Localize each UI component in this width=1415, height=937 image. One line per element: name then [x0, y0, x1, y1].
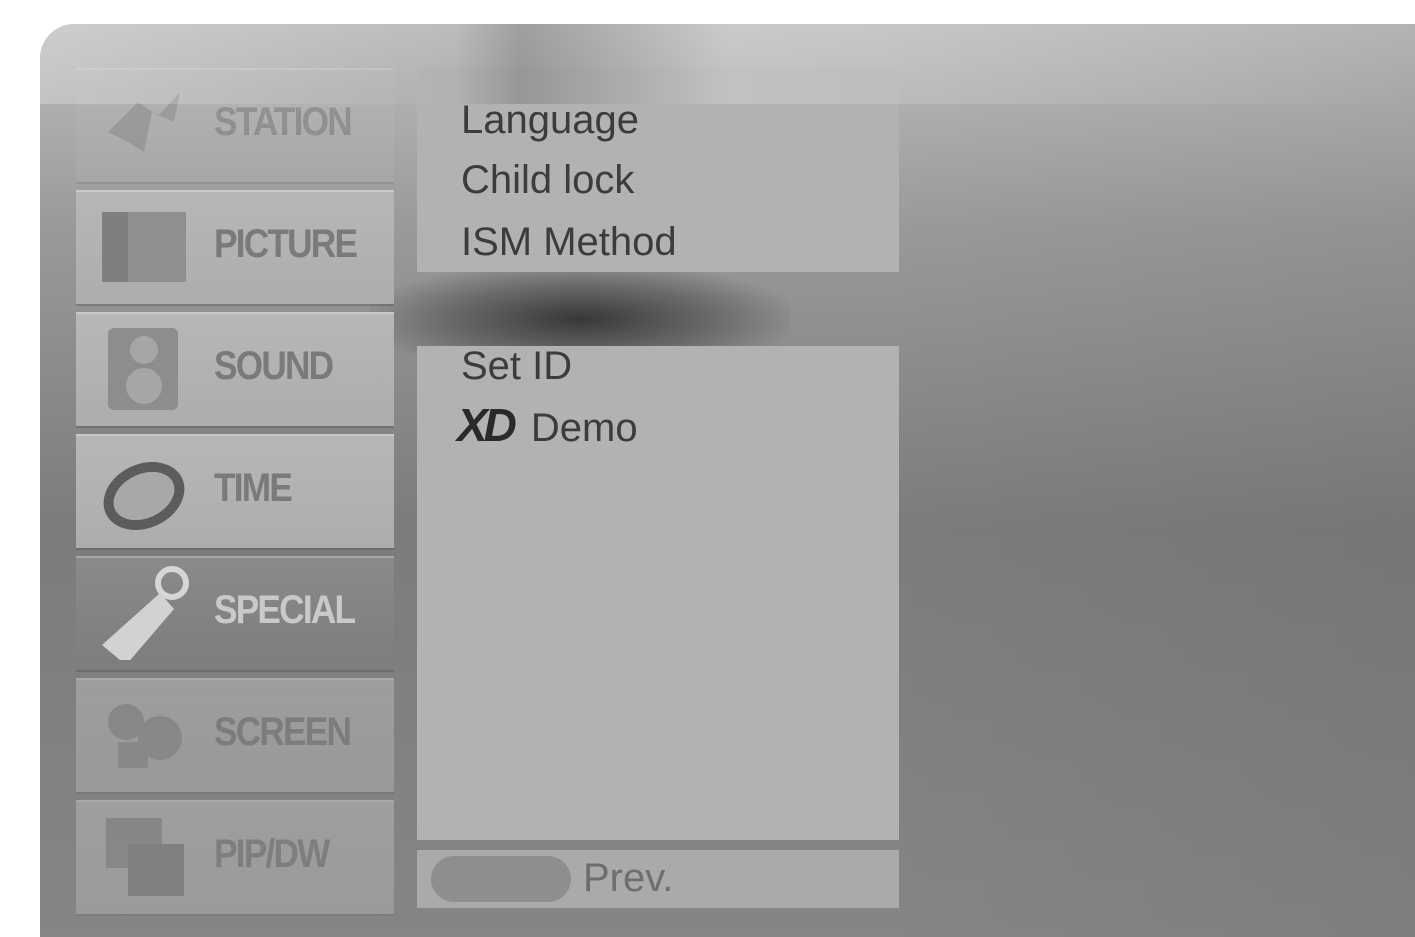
menu-button-icon[interactable] [431, 856, 571, 902]
menu-category-station[interactable]: STATION [76, 68, 394, 182]
option-child-lock[interactable]: Child lock [461, 158, 634, 203]
menu-category-sound[interactable]: SOUND [76, 312, 394, 426]
pip-icon [106, 818, 184, 896]
antenna-icon [108, 92, 180, 152]
options-panel-top: Language Child lock ISM Method [417, 68, 899, 272]
option-xd-demo[interactable]: XD Demo [457, 398, 638, 452]
menu-category-label: SCREEN [214, 710, 352, 754]
speaker-icon [108, 328, 178, 410]
menu-category-label: TIME [214, 466, 293, 510]
menu-category-label: PICTURE [214, 222, 358, 266]
menu-category-label: SPECIAL [214, 588, 356, 632]
tv-osd-screen: STATION PICTURE SOUND TIME SPECIAL SCREE… [40, 24, 1415, 937]
option-ism-method[interactable]: ISM Method [461, 220, 677, 265]
menu-category-label: SOUND [214, 344, 334, 388]
tag-icon [102, 566, 189, 660]
option-language[interactable]: Language [461, 98, 639, 143]
clock-icon [103, 461, 185, 531]
prev-label: Prev. [583, 856, 674, 900]
menu-category-screen[interactable]: SCREEN [76, 678, 394, 792]
option-set-id[interactable]: Set ID [461, 344, 572, 389]
xd-logo: XD [457, 399, 517, 451]
menu-category-pip-dw[interactable]: PIP/DW [76, 800, 394, 914]
menu-category-special[interactable]: SPECIAL [76, 556, 394, 670]
options-panel-bottom: Set ID XD Demo [417, 344, 899, 840]
menu-category-label: STATION [214, 100, 353, 144]
picture-icon [102, 212, 186, 282]
option-xd-demo-label: Demo [530, 406, 638, 450]
menu-category-time[interactable]: TIME [76, 434, 394, 548]
menu-category-picture[interactable]: PICTURE [76, 190, 394, 304]
menu-category-label: PIP/DW [214, 832, 330, 876]
screen-icon [108, 704, 182, 768]
footer-bar: Prev. [417, 850, 899, 908]
